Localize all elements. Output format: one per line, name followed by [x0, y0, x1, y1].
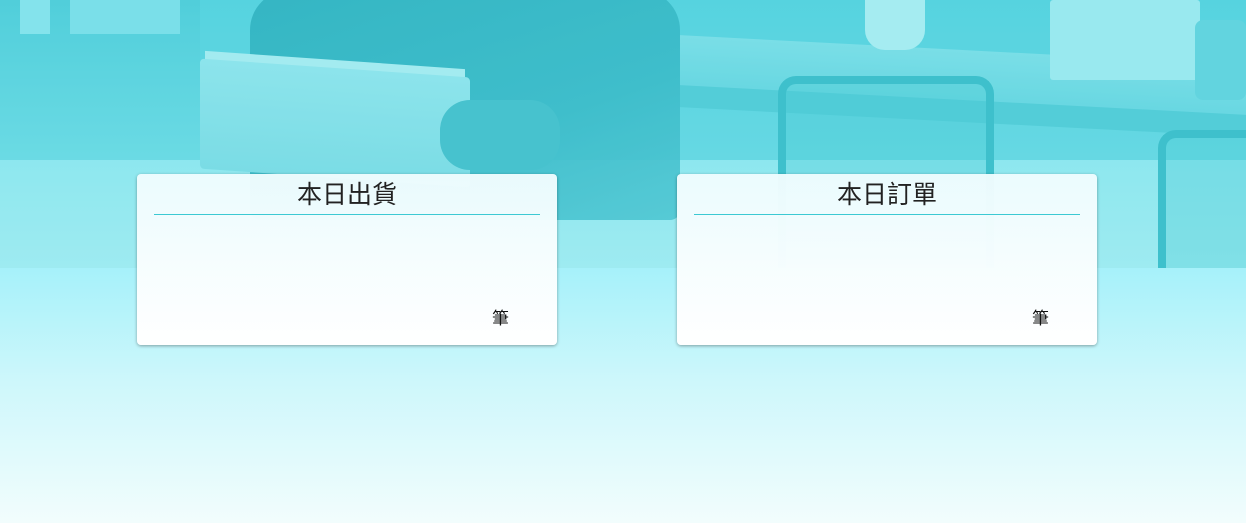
card-title: 本日出貨 [154, 176, 540, 215]
count-unit-label: 筆 [492, 309, 509, 329]
dashboard-page: 本日出貨 筆 本日訂單 筆 [0, 0, 1246, 523]
count-unit-label: 筆 [1032, 309, 1049, 329]
today-orders-card[interactable]: 本日訂單 筆 [677, 174, 1097, 345]
today-shipments-card[interactable]: 本日出貨 筆 [137, 174, 557, 345]
card-title: 本日訂單 [694, 176, 1080, 215]
